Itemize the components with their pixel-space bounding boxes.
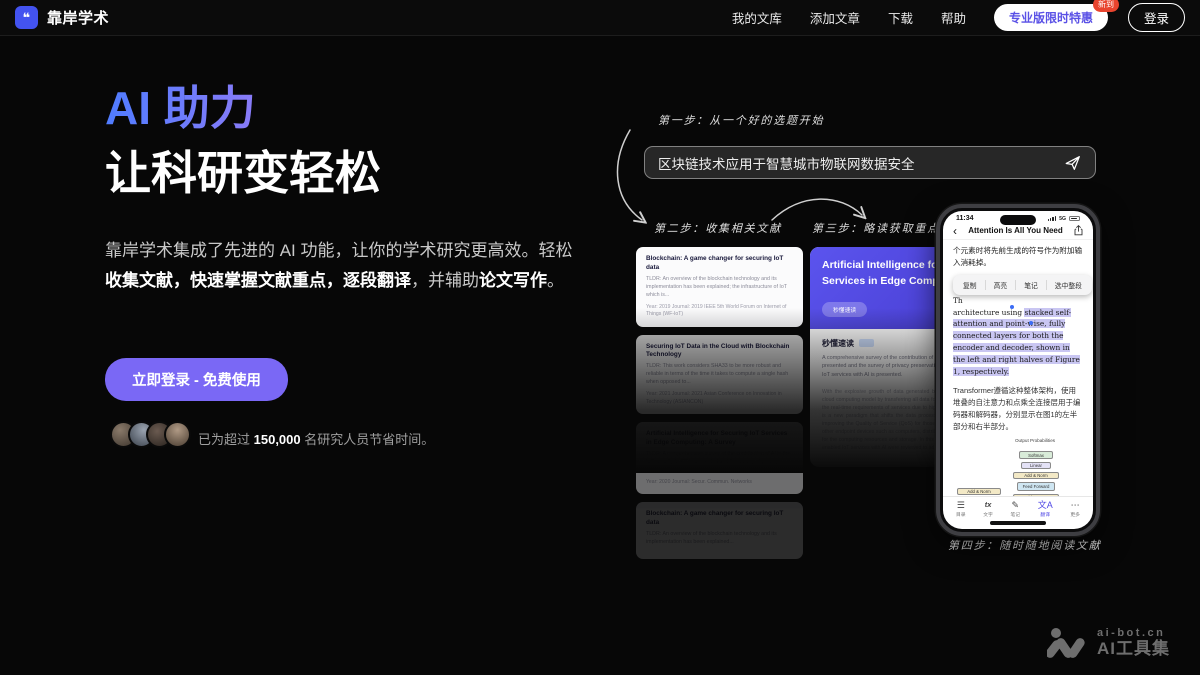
pro-promo-button[interactable]: 专业版限时特惠 新到 [994, 4, 1108, 31]
toolbar-text[interactable]: tx 文字 [983, 500, 993, 518]
paper-tldr: TLDR: An overview of the blockchain tech… [646, 276, 793, 300]
toolbar-more[interactable]: ⋯ 更多 [1070, 500, 1080, 518]
login-cta-button[interactable]: 立即登录 - 免费使用 [105, 358, 288, 401]
logo-quote-icon: ❝ [15, 6, 38, 29]
paper-card[interactable]: Blockchain: A game changer for securing … [636, 502, 803, 559]
menu-select-paragraph[interactable]: 选中整段 [1047, 280, 1090, 290]
paper-card[interactable]: Securing IoT Data in the Cloud with Bloc… [636, 335, 803, 415]
page-title: AI 助力 让科研变轻松 [105, 76, 381, 207]
diagram-box: Feed Forward [1017, 482, 1055, 491]
social-proof-text: 已为超过 150,000 名研究人员节省时间。 [198, 429, 434, 448]
reader-toolbar: ☰ 目录 tx 文字 ✎ 笔记 文A 翻译 ⋯ 更多 [943, 496, 1093, 518]
paper-tldr: TLDR: This work considers SHA33 to be mo… [646, 363, 793, 387]
paper-card[interactable]: Blockchain: A game changer for securing … [636, 247, 803, 327]
context-menu: 复制 高亮 笔记 选中整段 [953, 275, 1092, 295]
step3-label: 第三步：略读获取重点 [812, 220, 940, 236]
quick-read-section-title: 秒懂速读 [822, 338, 854, 349]
status-time: 11:34 [956, 215, 974, 222]
phone-screen: 11:34 5G ‹ Attention Is All You Need 个元素… [943, 211, 1093, 529]
top-navbar: ❝ 靠岸学术 我的文库 添加文章 下载 帮助 专业版限时特惠 新到 登录 [0, 0, 1200, 36]
diagram-box: Softmax [1019, 451, 1053, 459]
signal-icon [1048, 216, 1056, 221]
new-badge: 新到 [1093, 0, 1119, 12]
title-main-line: 让科研变轻松 [105, 141, 381, 206]
hero-description: 靠岸学术集成了先进的 AI 功能，让你的学术研究更高效。轻松收集文献，快速掌握文… [105, 236, 583, 296]
paper-tldr: TLDR: A comprehensive survey of the cont… [646, 451, 793, 475]
diagram-box: Add & Norm [1013, 494, 1059, 496]
toolbar-note[interactable]: ✎ 笔记 [1010, 500, 1020, 518]
phone-notch [1000, 215, 1036, 225]
paper-card[interactable]: Artificial Intelligence for Securing IoT… [636, 422, 803, 494]
translate-icon: 文A [1038, 500, 1053, 510]
quick-read-button[interactable]: 秒懂速读 [822, 302, 867, 317]
toolbar-translate[interactable]: 文A 翻译 [1038, 500, 1053, 518]
paper-meta: Year: 2019 Journal: 2019 IEEE 5th World … [646, 304, 793, 319]
watermark-site: ai-bot.cn [1097, 627, 1170, 640]
paper-meta: Year: 2020 Journal: Secur. Commun. Netwo… [646, 479, 793, 486]
paper-tldr: TLDR: An overview of the blockchain tech… [646, 531, 793, 547]
paper-title: Securing IoT Data in the Cloud with Bloc… [646, 343, 793, 361]
english-paragraph: architecture using stacked self-attentio… [953, 307, 1083, 378]
topic-search-input[interactable] [658, 155, 1064, 170]
diagram-box: Linear [1021, 462, 1051, 469]
nav-links: 我的文库 添加文章 下载 帮助 [732, 8, 966, 27]
menu-copy[interactable]: 复制 [955, 280, 986, 290]
list-icon: ☰ [957, 500, 965, 510]
english-line-start: Th [953, 296, 1083, 305]
nav-link-add-article[interactable]: 添加文章 [810, 8, 860, 27]
more-icon: ⋯ [1071, 500, 1080, 510]
phone-mockup: 11:34 5G ‹ Attention Is All You Need 个元素… [936, 204, 1100, 536]
ai-bot-logo-icon [1047, 627, 1087, 659]
menu-highlight[interactable]: 高亮 [986, 280, 1017, 290]
highlighted-text[interactable]: stacked self-attention and point-wise, f… [953, 308, 1080, 376]
diagram-caption: Output Probabilities [1011, 438, 1059, 444]
topic-search-bar [644, 146, 1096, 179]
paper-title: Blockchain: A game changer for securing … [646, 510, 793, 528]
step1-label: 第一步：从一个好的选题开始 [658, 112, 824, 128]
step2-label: 第二步：收集相关文献 [654, 220, 782, 236]
avatar [164, 421, 191, 448]
send-icon[interactable] [1064, 154, 1082, 172]
network-label: 5G [1059, 216, 1066, 222]
title-accent-line: AI 助力 [105, 76, 381, 141]
paper-meta: Year: 2021 Journal: 2021 Asian Conferenc… [646, 391, 793, 406]
text-icon: tx [985, 500, 992, 510]
nav-link-download[interactable]: 下载 [888, 8, 913, 27]
menu-note[interactable]: 笔记 [1016, 280, 1047, 290]
diagram-box: Add & Norm [1013, 472, 1059, 479]
site-watermark: ai-bot.cn AI工具集 [1047, 627, 1170, 659]
toolbar-toc[interactable]: ☰ 目录 [956, 500, 966, 518]
chinese-paragraph: 个元素时将先前生成的符号作为附加输入消耗掉。 [953, 245, 1083, 269]
paper-title: Blockchain: A game changer for securing … [646, 255, 793, 273]
chinese-translation: Transformer遵循这种整体架构，使用堆叠的自注意力和点乘全连接层用于编码… [953, 385, 1083, 434]
reader-nav-bar: ‹ Attention Is All You Need [943, 223, 1093, 240]
login-button[interactable]: 登录 [1128, 3, 1185, 32]
home-indicator [990, 521, 1046, 525]
nav-link-help[interactable]: 帮助 [941, 8, 966, 27]
logo-text: 靠岸学术 [47, 7, 109, 28]
nav-link-library[interactable]: 我的文库 [732, 8, 782, 27]
selection-handle[interactable] [1029, 321, 1033, 325]
step4-label: 第四步：随时随地阅读文献 [948, 537, 1102, 553]
note-icon: ✎ [1012, 500, 1020, 510]
logo[interactable]: ❝ 靠岸学术 [15, 6, 109, 29]
reader-content: 个元素时将先前生成的符号作为附加输入消耗掉。 复制 高亮 笔记 选中整段 Th … [943, 240, 1093, 496]
share-icon[interactable] [1074, 225, 1083, 236]
selection-handle[interactable] [1010, 305, 1014, 309]
paper-reader-title: Attention Is All You Need [957, 226, 1074, 235]
promo-label: 专业版限时特惠 [1009, 11, 1093, 25]
user-avatars [110, 421, 191, 448]
paper-title: Artificial Intelligence for Securing IoT… [646, 430, 793, 448]
watermark-name: AI工具集 [1097, 639, 1170, 659]
transformer-diagram: Output Probabilities Softmax Linear Add … [953, 438, 1083, 496]
search-results-column: Blockchain: A game changer for securing … [636, 247, 803, 559]
diagram-box: Add & Norm [957, 488, 1001, 495]
battery-icon [1069, 216, 1080, 222]
quick-read-badge [859, 339, 874, 347]
